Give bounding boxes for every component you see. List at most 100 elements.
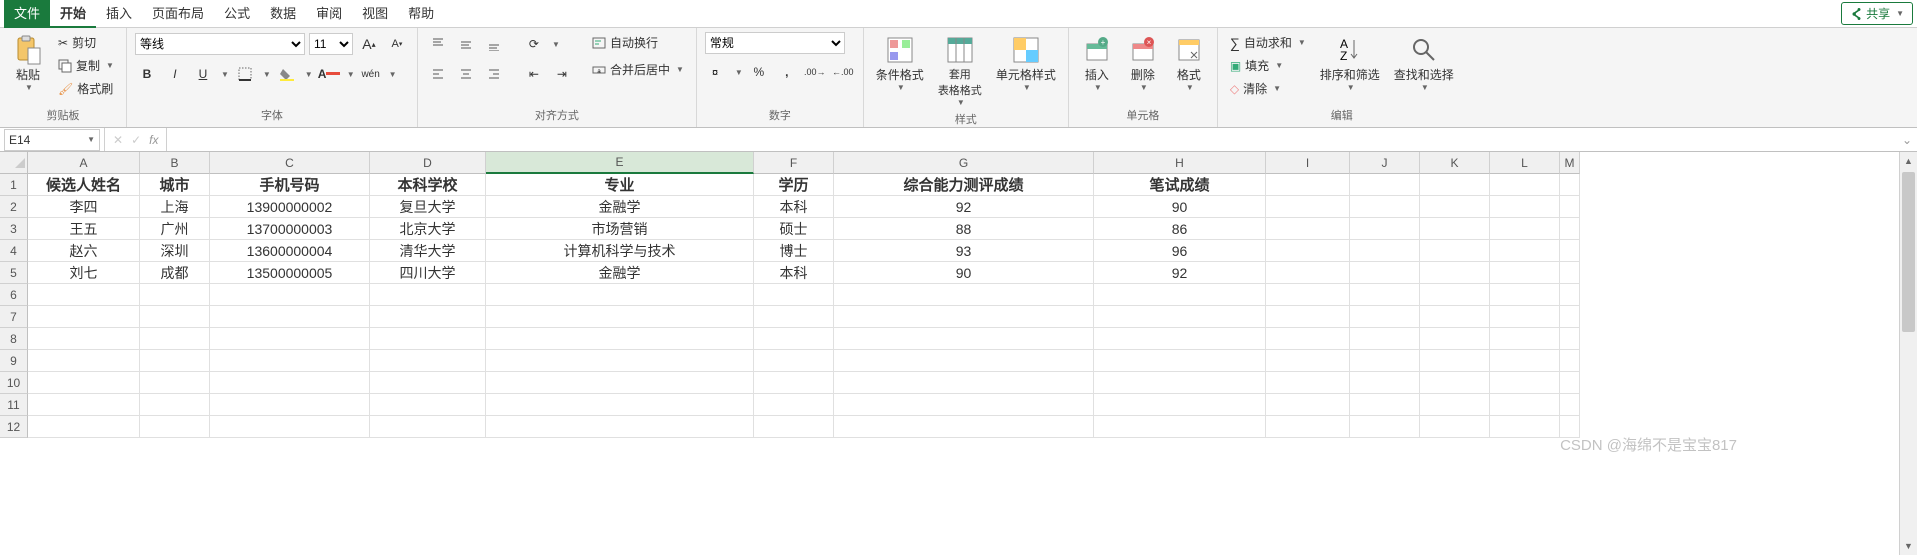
cell-B1[interactable]: 城市 — [140, 174, 210, 196]
cell-F1[interactable]: 学历 — [754, 174, 834, 196]
align-top-button[interactable] — [426, 32, 450, 56]
underline-button[interactable]: U — [191, 62, 215, 86]
vertical-scrollbar[interactable]: ▲ ▼ — [1899, 152, 1917, 555]
cell-M9[interactable] — [1560, 350, 1580, 372]
cell-J6[interactable] — [1350, 284, 1420, 306]
cell-K5[interactable] — [1420, 262, 1490, 284]
cell-L11[interactable] — [1490, 394, 1560, 416]
cell-C7[interactable] — [210, 306, 370, 328]
cell-H3[interactable]: 86 — [1094, 218, 1266, 240]
cell-A9[interactable] — [28, 350, 140, 372]
cell-K4[interactable] — [1420, 240, 1490, 262]
cell-D11[interactable] — [370, 394, 486, 416]
cell-E6[interactable] — [486, 284, 754, 306]
cell-F4[interactable]: 博士 — [754, 240, 834, 262]
increase-indent-button[interactable]: ⇥ — [550, 62, 574, 86]
cell-J1[interactable] — [1350, 174, 1420, 196]
comma-button[interactable]: , — [775, 60, 799, 84]
cell-D7[interactable] — [370, 306, 486, 328]
insert-cells-button[interactable]: +插入▼ — [1077, 32, 1117, 94]
cell-A7[interactable] — [28, 306, 140, 328]
cancel-formula-icon[interactable]: ✕ — [113, 133, 123, 147]
clear-button[interactable]: ◇清除▼ — [1226, 78, 1310, 99]
cell-E4[interactable]: 计算机科学与技术 — [486, 240, 754, 262]
col-header-K[interactable]: K — [1420, 152, 1490, 174]
row-header-4[interactable]: 4 — [0, 240, 28, 262]
cell-M8[interactable] — [1560, 328, 1580, 350]
cell-I4[interactable] — [1266, 240, 1350, 262]
cell-A12[interactable] — [28, 416, 140, 438]
format-painter-button[interactable]: 🖌格式刷 — [54, 78, 118, 99]
cell-J2[interactable] — [1350, 196, 1420, 218]
cell-F8[interactable] — [754, 328, 834, 350]
cell-B2[interactable]: 上海 — [140, 196, 210, 218]
row-header-11[interactable]: 11 — [0, 394, 28, 416]
cell-I2[interactable] — [1266, 196, 1350, 218]
increase-font-button[interactable]: A▴ — [357, 32, 381, 56]
phonetic-button[interactable]: wén — [359, 62, 383, 86]
menu-tab-5[interactable]: 数据 — [260, 0, 306, 28]
cut-button[interactable]: ✂剪切 — [54, 32, 118, 53]
cell-J11[interactable] — [1350, 394, 1420, 416]
cell-F11[interactable] — [754, 394, 834, 416]
row-header-9[interactable]: 9 — [0, 350, 28, 372]
font-color-button[interactable]: A — [317, 62, 341, 86]
col-header-C[interactable]: C — [210, 152, 370, 174]
col-header-H[interactable]: H — [1094, 152, 1266, 174]
autosum-button[interactable]: ∑自动求和▼ — [1226, 32, 1310, 53]
cell-G3[interactable]: 88 — [834, 218, 1094, 240]
scroll-down-icon[interactable]: ▼ — [1900, 537, 1917, 555]
conditional-format-button[interactable]: 条件格式▼ — [872, 32, 928, 94]
cell-G5[interactable]: 90 — [834, 262, 1094, 284]
col-header-B[interactable]: B — [140, 152, 210, 174]
cell-H10[interactable] — [1094, 372, 1266, 394]
cell-C9[interactable] — [210, 350, 370, 372]
cell-E7[interactable] — [486, 306, 754, 328]
cell-I10[interactable] — [1266, 372, 1350, 394]
cell-J5[interactable] — [1350, 262, 1420, 284]
cell-F5[interactable]: 本科 — [754, 262, 834, 284]
cell-C11[interactable] — [210, 394, 370, 416]
align-bottom-button[interactable] — [482, 32, 506, 56]
cell-I3[interactable] — [1266, 218, 1350, 240]
delete-cells-button[interactable]: ×删除▼ — [1123, 32, 1163, 94]
col-header-M[interactable]: M — [1560, 152, 1580, 174]
cell-G9[interactable] — [834, 350, 1094, 372]
cell-E9[interactable] — [486, 350, 754, 372]
cell-H12[interactable] — [1094, 416, 1266, 438]
cell-D3[interactable]: 北京大学 — [370, 218, 486, 240]
cell-K12[interactable] — [1420, 416, 1490, 438]
cell-M3[interactable] — [1560, 218, 1580, 240]
cell-M2[interactable] — [1560, 196, 1580, 218]
cell-M4[interactable] — [1560, 240, 1580, 262]
decrease-indent-button[interactable]: ⇤ — [522, 62, 546, 86]
cell-A4[interactable]: 赵六 — [28, 240, 140, 262]
border-button[interactable] — [233, 62, 257, 86]
cell-A1[interactable]: 候选人姓名 — [28, 174, 140, 196]
cell-F3[interactable]: 硕士 — [754, 218, 834, 240]
cell-C2[interactable]: 13900000002 — [210, 196, 370, 218]
cell-K11[interactable] — [1420, 394, 1490, 416]
cell-G8[interactable] — [834, 328, 1094, 350]
cell-C3[interactable]: 13700000003 — [210, 218, 370, 240]
cell-L4[interactable] — [1490, 240, 1560, 262]
row-header-5[interactable]: 5 — [0, 262, 28, 284]
cell-B5[interactable]: 成都 — [140, 262, 210, 284]
cell-J10[interactable] — [1350, 372, 1420, 394]
fx-icon[interactable]: fx — [149, 133, 158, 147]
col-header-G[interactable]: G — [834, 152, 1094, 174]
cell-M11[interactable] — [1560, 394, 1580, 416]
cell-C10[interactable] — [210, 372, 370, 394]
cell-C6[interactable] — [210, 284, 370, 306]
cell-A8[interactable] — [28, 328, 140, 350]
currency-button[interactable]: ¤ — [705, 60, 729, 84]
cell-B3[interactable]: 广州 — [140, 218, 210, 240]
cell-K7[interactable] — [1420, 306, 1490, 328]
cell-F9[interactable] — [754, 350, 834, 372]
cell-D2[interactable]: 复旦大学 — [370, 196, 486, 218]
cell-G2[interactable]: 92 — [834, 196, 1094, 218]
cell-B11[interactable] — [140, 394, 210, 416]
cell-styles-button[interactable]: 单元格样式▼ — [992, 32, 1060, 94]
orientation-button[interactable]: ⟳ — [522, 32, 546, 56]
cell-L10[interactable] — [1490, 372, 1560, 394]
